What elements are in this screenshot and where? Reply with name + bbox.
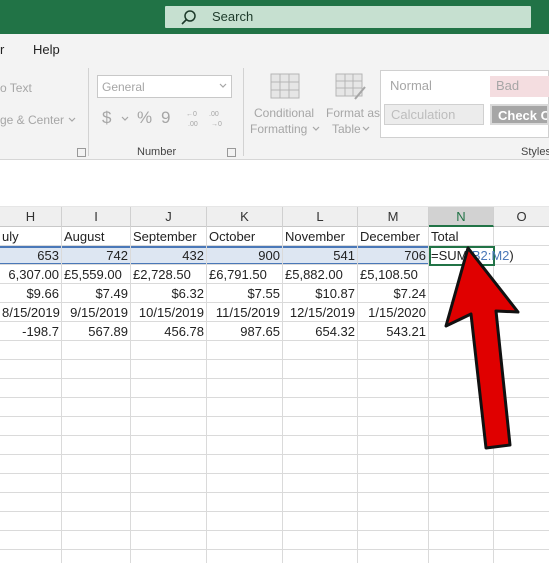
column-header-n[interactable]: N bbox=[429, 207, 494, 227]
wrap-text-button[interactable]: o Text bbox=[0, 81, 32, 95]
gridline bbox=[0, 492, 549, 493]
cell-m4[interactable]: $7.24 bbox=[358, 284, 428, 303]
cell-j6[interactable]: 456.78 bbox=[131, 322, 206, 341]
cell-h1[interactable]: uly bbox=[0, 227, 61, 246]
gridline bbox=[428, 227, 429, 563]
style-normal[interactable]: Normal bbox=[384, 76, 484, 97]
svg-text:.00: .00 bbox=[209, 111, 219, 118]
cell-l4[interactable]: $10.87 bbox=[283, 284, 357, 303]
column-header-m[interactable]: M bbox=[358, 207, 429, 227]
number-format-value: General bbox=[102, 80, 145, 94]
cell-h2[interactable]: 653 bbox=[0, 246, 61, 265]
increase-decimal-icon[interactable]: ←0 .00 bbox=[186, 108, 206, 128]
ribbon: o Text ge & Center General $ % 9 ←0 .00 … bbox=[0, 64, 549, 160]
svg-text:.00: .00 bbox=[188, 121, 198, 128]
styles-group-label: Styles bbox=[521, 146, 549, 158]
cell-k4[interactable]: $7.55 bbox=[207, 284, 282, 303]
cell-j2[interactable]: 432 bbox=[131, 246, 206, 265]
menu-tab-data-partial[interactable]: r bbox=[0, 42, 4, 57]
cell-k6[interactable]: 987.65 bbox=[207, 322, 282, 341]
gridline bbox=[0, 530, 549, 531]
chevron-down-icon bbox=[68, 117, 76, 122]
comma-style-button[interactable]: 9 bbox=[161, 108, 170, 128]
cell-k5[interactable]: 11/15/2019 bbox=[207, 303, 282, 322]
cell-l1[interactable]: November bbox=[283, 227, 357, 246]
chevron-down-icon bbox=[219, 83, 227, 88]
gridline bbox=[0, 549, 549, 550]
cell-m1[interactable]: December bbox=[358, 227, 428, 246]
cell-l3[interactable]: £5,882.00 bbox=[283, 265, 357, 284]
gridline bbox=[0, 511, 549, 512]
search-label: Search bbox=[212, 9, 254, 24]
column-header-o[interactable]: O bbox=[494, 207, 549, 227]
format-as-table-icon bbox=[335, 73, 366, 100]
cell-j3[interactable]: £2,728.50 bbox=[131, 265, 206, 284]
cell-i4[interactable]: $7.49 bbox=[62, 284, 130, 303]
menu-bar: r Help bbox=[0, 34, 549, 64]
number-group-label: Number bbox=[137, 146, 177, 158]
cell-k1[interactable]: October bbox=[207, 227, 282, 246]
cell-m5[interactable]: 1/15/2020 bbox=[358, 303, 428, 322]
cell-i2[interactable]: 742 bbox=[62, 246, 130, 265]
red-arrow-annotation bbox=[444, 246, 520, 450]
cell-h3[interactable]: 6,307.00 bbox=[0, 265, 61, 284]
svg-text:←0: ←0 bbox=[186, 111, 197, 118]
column-header-row: H I J K L M N O bbox=[0, 207, 549, 227]
conditional-formatting-label[interactable]: Conditional bbox=[254, 106, 314, 120]
chevron-down-icon bbox=[362, 126, 370, 131]
cell-h6[interactable]: -198.7 bbox=[0, 322, 61, 341]
cell-h5[interactable]: 8/15/2019 bbox=[0, 303, 61, 322]
search-box[interactable]: Search bbox=[165, 6, 531, 28]
cell-l6[interactable]: 654.32 bbox=[283, 322, 357, 341]
style-calculation[interactable]: Calculation bbox=[384, 104, 484, 125]
style-bad[interactable]: Bad bbox=[490, 76, 549, 97]
format-as-table-label-2[interactable]: Table bbox=[332, 122, 361, 136]
cell-i5[interactable]: 9/15/2019 bbox=[62, 303, 130, 322]
cell-j4[interactable]: $6.32 bbox=[131, 284, 206, 303]
gridline bbox=[0, 473, 549, 474]
cell-l2[interactable]: 541 bbox=[283, 246, 357, 265]
alignment-launcher-icon[interactable] bbox=[77, 148, 86, 157]
cell-j1[interactable]: September bbox=[131, 227, 206, 246]
column-header-l[interactable]: L bbox=[283, 207, 358, 227]
column-header-h[interactable]: H bbox=[0, 207, 62, 227]
cell-k2[interactable]: 900 bbox=[207, 246, 282, 265]
cell-i1[interactable]: August bbox=[62, 227, 130, 246]
title-bar: Search bbox=[0, 0, 549, 34]
conditional-formatting-icon bbox=[270, 73, 300, 99]
group-divider bbox=[88, 68, 89, 156]
cell-m6[interactable]: 543.21 bbox=[358, 322, 428, 341]
cell-i6[interactable]: 567.89 bbox=[62, 322, 130, 341]
cell-k3[interactable]: £6,791.50 bbox=[207, 265, 282, 284]
svg-text:→0: →0 bbox=[211, 121, 222, 128]
group-divider bbox=[243, 68, 244, 156]
column-header-j[interactable]: J bbox=[131, 207, 207, 227]
cell-m2[interactable]: 706 bbox=[358, 246, 428, 265]
cell-l5[interactable]: 12/15/2019 bbox=[283, 303, 357, 322]
column-header-i[interactable]: I bbox=[62, 207, 131, 227]
chevron-down-icon bbox=[121, 116, 129, 121]
chevron-down-icon bbox=[312, 126, 320, 131]
style-check-cell[interactable]: Check Ce bbox=[490, 104, 549, 125]
percent-format-button[interactable]: % bbox=[137, 108, 152, 128]
formula-bar-area bbox=[0, 161, 549, 207]
decrease-decimal-icon[interactable]: .00 →0 bbox=[209, 108, 229, 128]
search-icon bbox=[181, 10, 196, 25]
conditional-formatting-label-2[interactable]: Formatting bbox=[250, 122, 307, 136]
cell-h4[interactable]: $9.66 bbox=[0, 284, 61, 303]
number-launcher-icon[interactable] bbox=[227, 148, 236, 157]
cell-j5[interactable]: 10/15/2019 bbox=[131, 303, 206, 322]
merge-center-button[interactable]: ge & Center bbox=[0, 113, 64, 127]
number-format-dropdown[interactable]: General bbox=[97, 75, 232, 98]
excel-window: Search r Help o Text ge & Center General… bbox=[0, 0, 549, 563]
cell-i3[interactable]: £5,559.00 bbox=[62, 265, 130, 284]
cell-m3[interactable]: £5,108.50 bbox=[358, 265, 428, 284]
column-header-k[interactable]: K bbox=[207, 207, 283, 227]
format-as-table-label[interactable]: Format as bbox=[326, 106, 380, 120]
menu-tab-help[interactable]: Help bbox=[33, 42, 60, 57]
currency-format-button[interactable]: $ bbox=[102, 108, 111, 128]
